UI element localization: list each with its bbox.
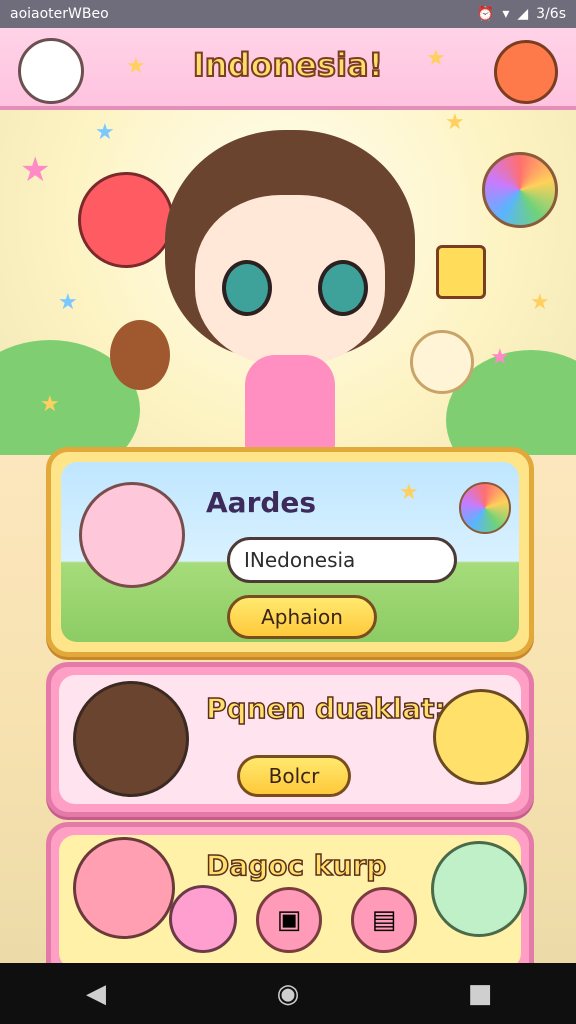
back-icon[interactable]: ◀ <box>66 974 126 1014</box>
star-icon: ★ <box>530 290 550 315</box>
bear-girl-avatar <box>73 681 189 797</box>
status-left-text: aoiaoterWBeo <box>10 6 109 22</box>
star-icon: ★ <box>490 345 510 370</box>
pink-pet-avatar <box>169 885 237 953</box>
middle-action-button[interactable]: Bolcr <box>237 755 351 797</box>
cake-icon <box>436 245 486 299</box>
star-icon: ★ <box>399 480 419 505</box>
girl-avatar <box>79 482 185 588</box>
star-icon: ★ <box>445 110 465 135</box>
star-icon: ★ <box>95 120 115 145</box>
middle-panel-title: Pqnen duaklat: <box>205 691 446 726</box>
wifi-icon: ▾ <box>502 6 510 22</box>
girl-eye-right <box>318 260 368 316</box>
search-panel-title: Aardes <box>206 486 317 519</box>
lollipop-icon <box>459 482 511 534</box>
star-icon: ★ <box>426 46 446 71</box>
alarm-icon: ⏰ <box>476 6 495 22</box>
primary-action-button[interactable]: Aphaion <box>227 595 377 639</box>
star-icon: ★ <box>20 150 51 190</box>
gift-box-button[interactable]: ▤ <box>351 887 417 953</box>
cat-girl-avatar <box>433 689 529 785</box>
green-girl-avatar <box>431 841 527 937</box>
girl-eye-left <box>222 260 272 316</box>
bottom-panel-title: Dagoc kurp <box>205 848 387 883</box>
search-input[interactable]: INedonesia <box>227 537 457 583</box>
ghost-plush <box>410 330 474 394</box>
chest-icon: ▣ <box>276 905 302 935</box>
star-icon: ★ <box>58 290 78 315</box>
hero-illustration: ★ ★ ★ ★ ★ ★ ★ <box>0 110 576 455</box>
middle-panel: Pqnen duaklat: Bolcr <box>46 662 534 817</box>
status-right-text: 3/6s <box>536 6 566 22</box>
fox-mascot-icon[interactable] <box>494 40 558 104</box>
treasure-chest-button[interactable]: ▣ <box>256 887 322 953</box>
home-icon[interactable]: ◉ <box>258 974 318 1014</box>
pink-girl-avatar <box>73 837 175 939</box>
star-icon: ★ <box>40 392 60 417</box>
page-title: Indonesia! <box>192 45 384 85</box>
android-nav-bar: ◀ ◉ ■ <box>0 963 576 1024</box>
doll-plush <box>110 320 170 390</box>
app-header: ★ Indonesia! ★ <box>0 28 576 110</box>
box-icon: ▤ <box>371 905 397 935</box>
lollipop-icon <box>482 152 558 228</box>
fox-plush <box>78 172 174 268</box>
girl-dress <box>245 355 335 455</box>
status-right: ⏰ ▾ ◢ 3/6s <box>477 6 566 22</box>
bottom-panel: Dagoc kurp ▣ ▤ <box>46 822 534 982</box>
search-panel: Aardes ★ INedonesia Aphaion <box>46 447 534 657</box>
status-bar: aoiaoterWBeo ⏰ ▾ ◢ 3/6s <box>0 0 576 28</box>
signal-icon: ◢ <box>517 6 529 22</box>
recent-apps-icon[interactable]: ■ <box>450 974 510 1014</box>
